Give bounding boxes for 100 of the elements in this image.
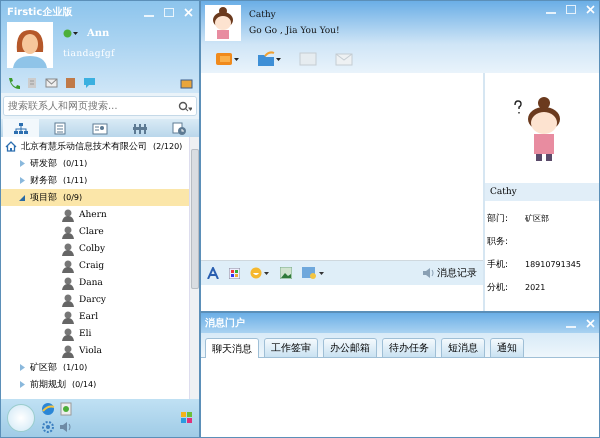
tree-item-count: (0/9) bbox=[63, 193, 82, 202]
mail-icon[interactable] bbox=[45, 77, 58, 89]
settings-icon[interactable] bbox=[41, 420, 55, 434]
contact-signature: Go Go , Jia You You! bbox=[249, 26, 341, 36]
collapse-arrow-icon[interactable] bbox=[19, 194, 26, 201]
tree-item-count: (2/120) bbox=[153, 142, 182, 151]
smiley-icon[interactable] bbox=[250, 267, 270, 279]
tree-item-label: Ahern bbox=[79, 210, 107, 220]
message-history-button[interactable]: 消息记录 bbox=[422, 266, 477, 280]
apps-grid-icon[interactable] bbox=[181, 412, 193, 424]
tree-item-count: (0/14) bbox=[72, 380, 96, 389]
window-title: 消息门户 bbox=[205, 316, 245, 330]
mail-icon[interactable] bbox=[335, 51, 353, 67]
speaker-icon bbox=[422, 267, 434, 279]
maximize-button[interactable] bbox=[164, 8, 174, 16]
tree-item-label: Viola bbox=[79, 346, 102, 356]
tree-item[interactable]: Colby bbox=[1, 240, 189, 257]
file-icon[interactable] bbox=[59, 402, 73, 416]
scrollbar-thumb[interactable] bbox=[190, 149, 198, 289]
globe-icon[interactable] bbox=[41, 402, 55, 416]
expand-arrow-icon[interactable] bbox=[19, 381, 26, 388]
tree-item-label: 财务部 bbox=[30, 174, 57, 187]
document-icon[interactable] bbox=[26, 77, 39, 89]
user-name: Ann bbox=[87, 28, 110, 39]
tree-item-label: 矿区部 bbox=[30, 362, 57, 374]
expand-arrow-icon[interactable] bbox=[19, 364, 26, 371]
field-value: 2021 bbox=[525, 282, 546, 292]
folder-icon[interactable] bbox=[257, 51, 281, 67]
search-icon[interactable] bbox=[178, 101, 192, 112]
person-icon bbox=[61, 310, 75, 324]
tree-item-label: Earl bbox=[79, 312, 98, 322]
tree-item[interactable]: 财务部 (1/11) bbox=[1, 172, 189, 189]
tab[interactable]: 聊天消息 bbox=[205, 338, 259, 358]
search-field[interactable]: 搜索联系人和网页搜索... bbox=[3, 96, 197, 116]
picture-icon[interactable] bbox=[280, 267, 292, 279]
field-label: 部门: bbox=[487, 212, 510, 224]
person-icon bbox=[61, 258, 75, 272]
scrollbar[interactable] bbox=[189, 137, 199, 399]
tree-item[interactable]: 前期规划 (0/14) bbox=[1, 376, 189, 393]
field-value: 18910791345 bbox=[525, 260, 582, 268]
tab[interactable]: 工作签审 bbox=[264, 338, 318, 357]
close-icon[interactable] bbox=[586, 318, 595, 328]
font-icon[interactable] bbox=[207, 267, 219, 279]
field-label: 分机: bbox=[487, 282, 510, 294]
tree-item-label: Colby bbox=[79, 244, 106, 254]
house-icon bbox=[5, 141, 17, 152]
group-icon bbox=[132, 122, 148, 134]
tab[interactable]: 办公邮箱 bbox=[323, 338, 377, 357]
expand-arrow-icon[interactable] bbox=[19, 177, 26, 184]
tree-item[interactable]: 矿区部 (1/10) bbox=[1, 359, 189, 376]
tree-item-label: 前期规划 bbox=[30, 378, 66, 391]
tab[interactable]: 短消息 bbox=[441, 338, 485, 357]
avatar-icon[interactable] bbox=[7, 22, 53, 68]
org-chart-icon bbox=[12, 122, 29, 134]
tab[interactable]: 待办任务 bbox=[382, 338, 436, 357]
profile-name: Cathy bbox=[485, 183, 599, 201]
person-icon bbox=[61, 326, 75, 340]
close-icon[interactable] bbox=[586, 5, 595, 14]
tree-item[interactable]: 北京有慧乐动信息技术有限公司 (2/120) bbox=[1, 138, 189, 155]
close-icon[interactable] bbox=[184, 8, 193, 16]
tree-item-label: Darcy bbox=[79, 294, 106, 304]
user-signature: tiandagfgf bbox=[63, 49, 115, 59]
person-icon bbox=[61, 242, 75, 256]
person-icon bbox=[61, 208, 75, 222]
tree-item-label: 北京有慧乐动信息技术有限公司 bbox=[21, 140, 147, 153]
expand-arrow-icon[interactable] bbox=[19, 160, 26, 167]
contact-list-icon bbox=[52, 122, 68, 134]
start-orb-button[interactable] bbox=[7, 404, 35, 432]
speaker-icon[interactable] bbox=[59, 420, 73, 434]
tree-item[interactable]: Eli bbox=[1, 325, 189, 342]
contact-card-icon bbox=[92, 122, 108, 134]
status-icon[interactable] bbox=[63, 29, 79, 38]
person-icon bbox=[61, 224, 75, 238]
tree-item[interactable]: Viola bbox=[1, 342, 189, 359]
phone-icon[interactable] bbox=[7, 77, 20, 89]
tree-item-label: Eli bbox=[79, 328, 92, 338]
person-icon bbox=[61, 344, 75, 358]
tree-item[interactable]: Craig bbox=[1, 257, 189, 274]
contact-name: Cathy bbox=[249, 10, 277, 20]
tree-item-count: (0/11) bbox=[63, 159, 88, 168]
screenshot-icon[interactable] bbox=[302, 267, 324, 279]
person-icon bbox=[61, 276, 75, 290]
tree-item-label: Craig bbox=[79, 260, 104, 270]
tree-item[interactable]: Darcy bbox=[1, 291, 189, 308]
tab[interactable]: 通知 bbox=[490, 338, 524, 357]
maximize-button[interactable] bbox=[566, 5, 576, 14]
chat-bubble-icon[interactable] bbox=[83, 77, 96, 89]
field-label: 手机: bbox=[487, 258, 510, 270]
tree-item[interactable]: 研发部 (0/11) bbox=[1, 155, 189, 172]
tree-item-label: Dana bbox=[79, 278, 103, 288]
tree-item-label: Clare bbox=[79, 226, 104, 236]
person-icon bbox=[61, 292, 75, 306]
tree-item[interactable]: Earl bbox=[1, 308, 189, 325]
nav-tab[interactable] bbox=[2, 119, 39, 137]
tree-item[interactable]: Dana bbox=[1, 274, 189, 291]
tree-item[interactable]: Ahern bbox=[1, 206, 189, 223]
tree-item-label: 项目部 bbox=[30, 192, 57, 204]
color-grid-icon[interactable] bbox=[229, 268, 240, 278]
tree-item[interactable]: Clare bbox=[1, 223, 189, 240]
tree-item[interactable]: 项目部 (0/9) bbox=[1, 189, 189, 206]
